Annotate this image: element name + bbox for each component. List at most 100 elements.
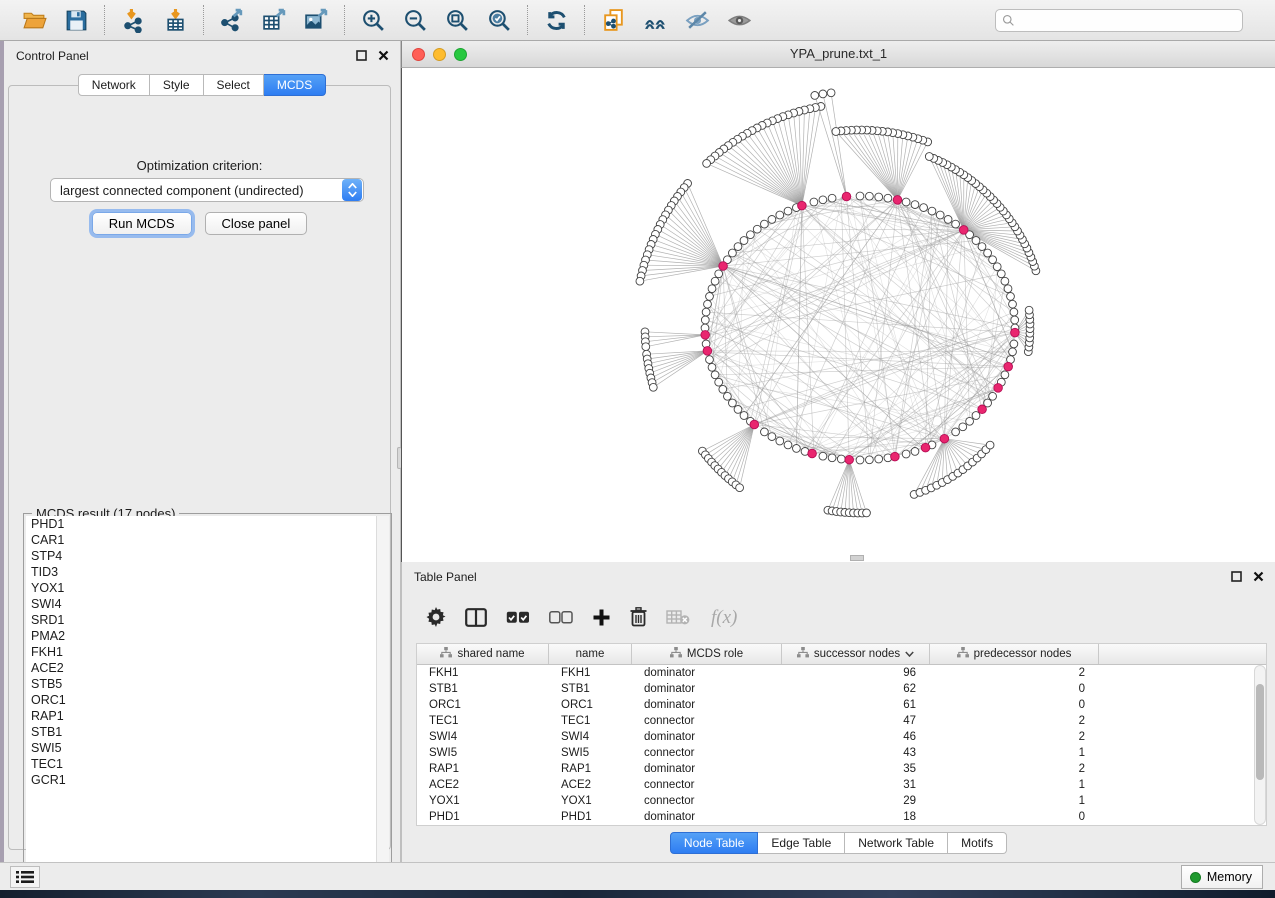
mcds-result-item[interactable]: STB1 bbox=[26, 724, 389, 740]
graph-edge[interactable] bbox=[641, 266, 723, 276]
delete-column-button[interactable] bbox=[630, 602, 647, 632]
graph-node[interactable] bbox=[845, 455, 854, 464]
graph-node[interactable] bbox=[936, 211, 944, 219]
graph-edge[interactable] bbox=[832, 460, 849, 511]
graph-edge[interactable] bbox=[684, 188, 723, 266]
graph-edge[interactable] bbox=[733, 142, 802, 205]
mcds-result-item[interactable]: STP4 bbox=[26, 548, 389, 564]
graph-node[interactable] bbox=[729, 399, 737, 407]
first-neighbors-button[interactable] bbox=[638, 4, 672, 36]
graph-node[interactable] bbox=[1001, 277, 1009, 285]
tab-network[interactable]: Network bbox=[78, 74, 150, 96]
graph-node[interactable] bbox=[856, 456, 864, 464]
graph-node[interactable] bbox=[702, 308, 710, 316]
graph-edge[interactable] bbox=[898, 200, 1002, 274]
tab-motifs[interactable]: Motifs bbox=[948, 832, 1007, 854]
table-row[interactable]: TEC1TEC1connector472 bbox=[417, 713, 1266, 729]
graph-node[interactable] bbox=[866, 192, 874, 200]
table-scrollbar-thumb[interactable] bbox=[1256, 684, 1264, 780]
show-all-button[interactable] bbox=[722, 4, 756, 36]
graph-node[interactable] bbox=[1001, 371, 1009, 379]
mcds-result-item[interactable]: PHD1 bbox=[26, 516, 389, 532]
graph-node[interactable] bbox=[753, 225, 761, 233]
graph-edge[interactable] bbox=[723, 333, 1015, 390]
graph-edge[interactable] bbox=[851, 130, 897, 200]
graph-edge[interactable] bbox=[944, 439, 977, 458]
graph-node[interactable] bbox=[828, 454, 836, 462]
mcds-result-item[interactable]: TID3 bbox=[26, 564, 389, 580]
graph-node[interactable] bbox=[740, 412, 748, 420]
graph-node[interactable] bbox=[944, 216, 952, 224]
graph-node[interactable] bbox=[734, 243, 742, 251]
graph-edge[interactable] bbox=[857, 130, 898, 200]
graph-node[interactable] bbox=[719, 385, 727, 393]
table-row[interactable]: RAP1RAP1dominator352 bbox=[417, 761, 1266, 777]
column-header-MCDS-role[interactable]: MCDS role bbox=[632, 644, 782, 664]
column-header-name[interactable]: name bbox=[549, 644, 632, 664]
mcds-result-item[interactable]: STB5 bbox=[26, 676, 389, 692]
graph-node[interactable] bbox=[740, 237, 748, 245]
graph-node[interactable] bbox=[863, 509, 871, 517]
graph-node[interactable] bbox=[793, 445, 801, 453]
table-row[interactable]: SWI5SWI5connector431 bbox=[417, 745, 1266, 761]
graph-node[interactable] bbox=[1004, 362, 1013, 371]
graph-node[interactable] bbox=[997, 270, 1005, 278]
graph-edge[interactable] bbox=[645, 332, 705, 335]
column-header-successor-nodes[interactable]: successor nodes bbox=[782, 644, 930, 664]
hide-selected-button[interactable] bbox=[680, 4, 714, 36]
graph-node[interactable] bbox=[911, 448, 919, 456]
graph-node[interactable] bbox=[1009, 348, 1017, 356]
import-table-button[interactable] bbox=[158, 4, 192, 36]
run-mcds-button[interactable]: Run MCDS bbox=[92, 212, 192, 235]
mcds-result-item[interactable]: FKH1 bbox=[26, 644, 389, 660]
table-row[interactable]: ORC1ORC1dominator610 bbox=[417, 697, 1266, 713]
mcds-result-list[interactable]: PHD1CAR1STP4TID3YOX1SWI4SRD1PMA2FKH1ACE2… bbox=[26, 516, 389, 881]
graph-node[interactable] bbox=[761, 428, 769, 436]
mcds-result-item[interactable]: SRD1 bbox=[26, 612, 389, 628]
graph-node[interactable] bbox=[1007, 293, 1015, 301]
graph-node[interactable] bbox=[994, 384, 1003, 393]
graph-node[interactable] bbox=[875, 193, 883, 201]
graph-node[interactable] bbox=[902, 450, 910, 458]
graph-node[interactable] bbox=[708, 285, 716, 293]
graph-node[interactable] bbox=[952, 428, 960, 436]
graph-edge[interactable] bbox=[869, 230, 963, 460]
graph-node[interactable] bbox=[959, 226, 968, 235]
graph-edge[interactable] bbox=[650, 351, 708, 373]
graph-edge[interactable] bbox=[674, 201, 723, 266]
table-settings-button[interactable] bbox=[426, 602, 446, 632]
zoom-in-button[interactable] bbox=[356, 4, 390, 36]
tab-select[interactable]: Select bbox=[204, 74, 264, 96]
graph-edge[interactable] bbox=[658, 229, 723, 266]
graph-node[interactable] bbox=[866, 456, 874, 464]
apply-layout-button[interactable] bbox=[539, 4, 573, 36]
search-box[interactable] bbox=[995, 9, 1243, 32]
graph-edge[interactable] bbox=[944, 439, 963, 470]
close-panel-button[interactable]: Close panel bbox=[205, 212, 308, 235]
graph-node[interactable] bbox=[1004, 285, 1012, 293]
mcds-result-item[interactable]: ORC1 bbox=[26, 692, 389, 708]
graph-edge[interactable] bbox=[805, 230, 964, 452]
graph-edge[interactable] bbox=[823, 416, 976, 457]
graph-node[interactable] bbox=[875, 455, 883, 463]
graph-edge[interactable] bbox=[940, 274, 1001, 441]
graph-node[interactable] bbox=[711, 277, 719, 285]
graph-node[interactable] bbox=[1010, 308, 1018, 316]
graph-edge[interactable] bbox=[898, 139, 918, 200]
export-table-button[interactable] bbox=[257, 4, 291, 36]
zoom-selected-button[interactable] bbox=[482, 4, 516, 36]
graph-node[interactable] bbox=[636, 277, 644, 285]
graph-node[interactable] bbox=[819, 90, 827, 98]
graph-node[interactable] bbox=[784, 441, 792, 449]
table-scrollbar[interactable] bbox=[1254, 665, 1266, 825]
graph-node[interactable] bbox=[701, 331, 710, 340]
table-row[interactable]: YOX1YOX1connector291 bbox=[417, 793, 1266, 809]
graph-node[interactable] bbox=[993, 263, 1001, 271]
graph-edge[interactable] bbox=[747, 133, 802, 205]
graph-node[interactable] bbox=[827, 89, 835, 97]
graph-node[interactable] bbox=[902, 198, 910, 206]
network-splitter-grip[interactable] bbox=[850, 555, 864, 561]
graph-edge[interactable] bbox=[652, 351, 707, 383]
graph-edge[interactable] bbox=[944, 439, 967, 466]
graph-node[interactable] bbox=[808, 449, 817, 458]
